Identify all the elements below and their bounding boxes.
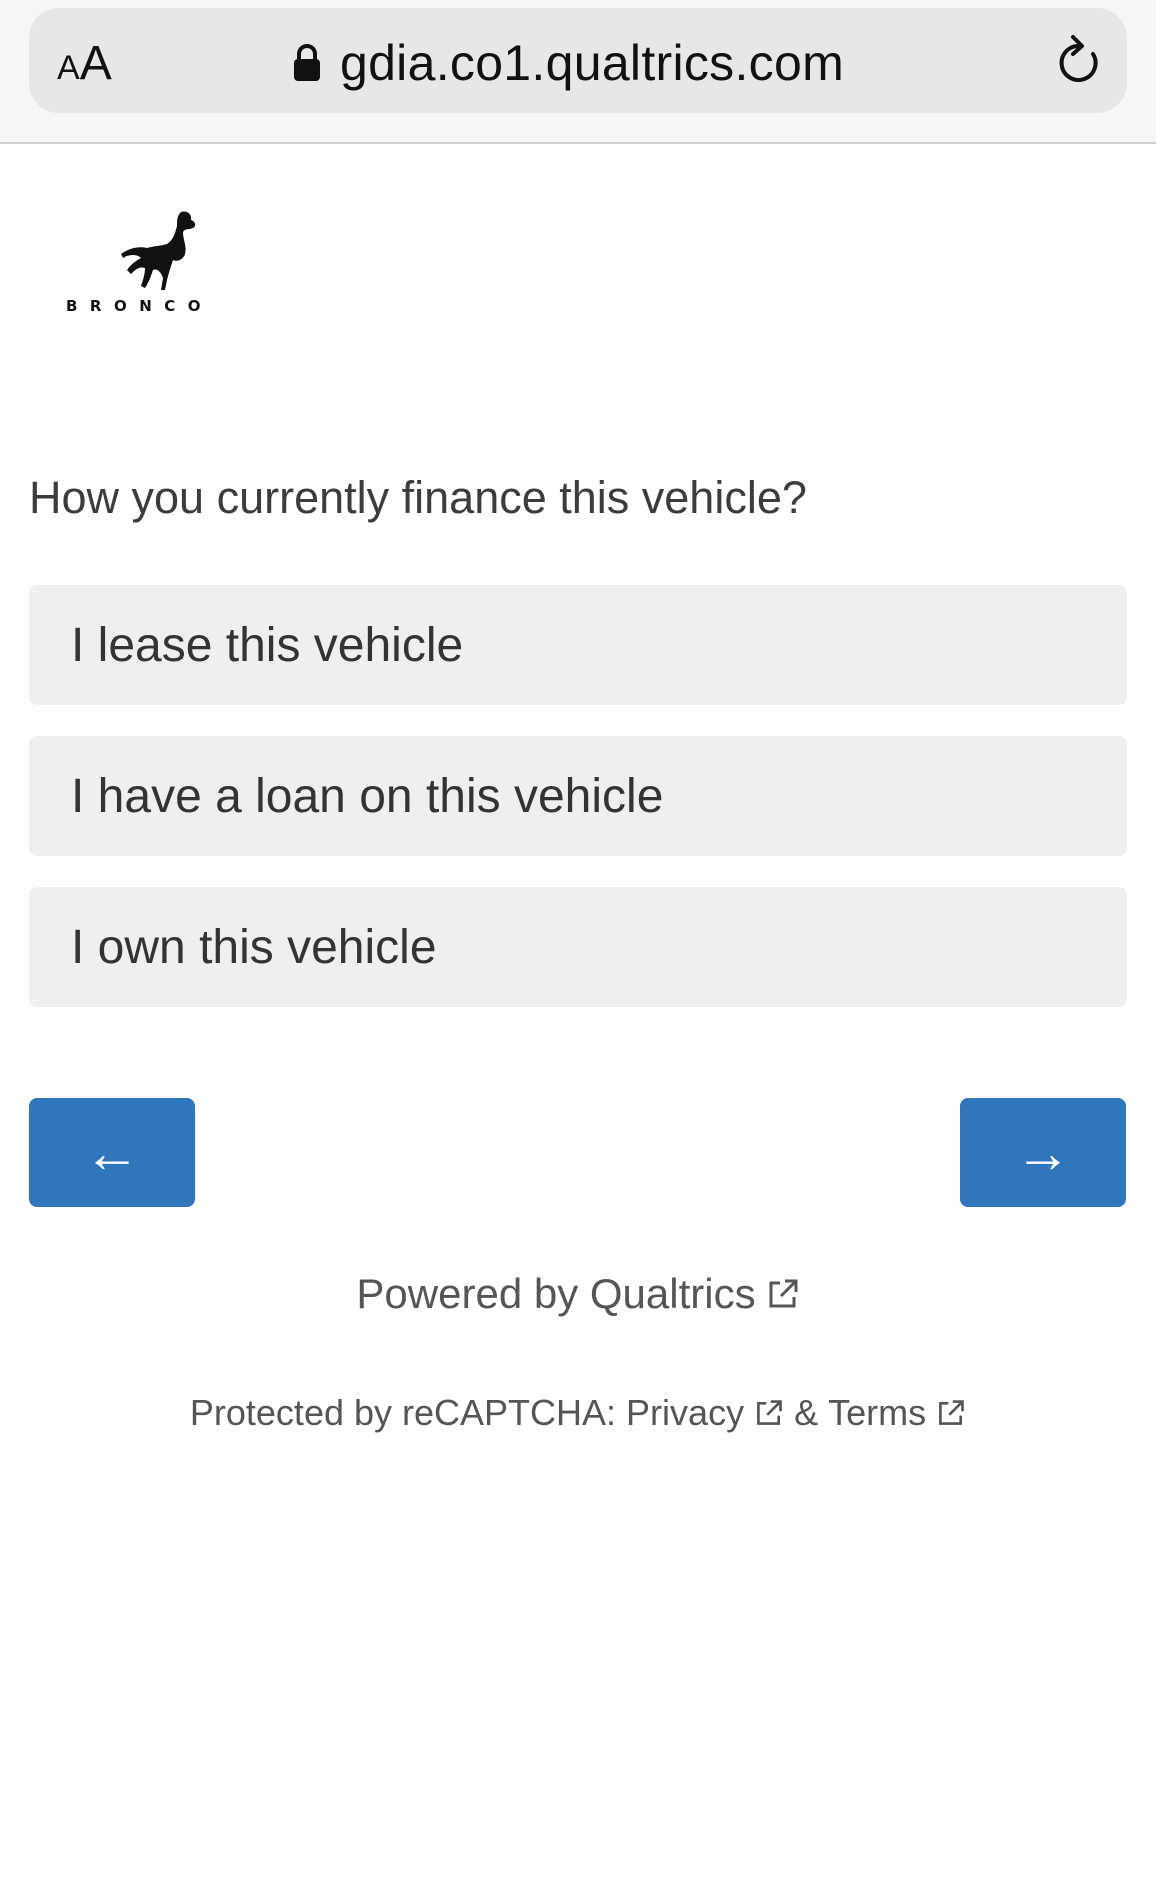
powered-by-qualtrics-link[interactable]: Powered by Qualtrics [0, 1270, 1156, 1318]
recaptcha-label: Protected by reCAPTCHA: [189, 1392, 617, 1433]
previous-button[interactable]: ← [29, 1098, 195, 1207]
url-text: gdia.co1.qualtrics.com [339, 35, 845, 91]
bronco-horse-icon [121, 211, 196, 290]
address-bar[interactable]: A A gdia.co1.qualtrics.com [29, 8, 1127, 113]
ampersand: & [794, 1392, 819, 1433]
external-link-icon [757, 1400, 782, 1425]
choice-loan[interactable]: I have a loan on this vehicle [29, 736, 1127, 856]
external-link-icon [939, 1400, 964, 1425]
choice-lease[interactable]: I lease this vehicle [29, 585, 1127, 705]
powered-by-label: Powered by Qualtrics [356, 1270, 756, 1317]
choice-own[interactable]: I own this vehicle [29, 887, 1127, 1007]
terms-link[interactable]: Terms [828, 1392, 926, 1434]
privacy-link[interactable]: Privacy [626, 1392, 744, 1434]
arrow-left-icon: ← [84, 1121, 140, 1184]
lock-icon [293, 44, 320, 81]
url-display[interactable]: gdia.co1.qualtrics.com [29, 34, 1127, 92]
recaptcha-notice: Protected by reCAPTCHA: Privacy & Terms [0, 1392, 1156, 1434]
external-link-icon [769, 1279, 798, 1308]
browser-toolbar: A A gdia.co1.qualtrics.com [0, 0, 1156, 144]
bronco-wordmark: BRONCO [66, 297, 214, 315]
arrow-right-icon: → [1015, 1121, 1071, 1184]
next-button[interactable]: → [960, 1098, 1126, 1207]
bronco-logo: BRONCO [64, 205, 274, 325]
reload-icon[interactable] [1053, 34, 1105, 90]
question-text: How you currently finance this vehicle? [29, 472, 807, 523]
